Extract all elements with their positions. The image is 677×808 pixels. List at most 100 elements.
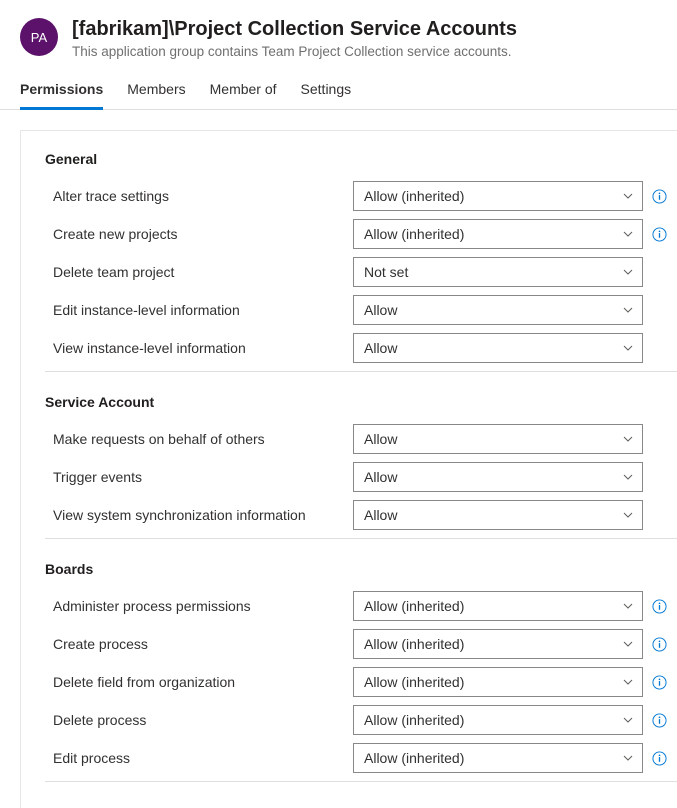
permission-value: Allow (inherited) — [364, 598, 464, 614]
permission-row: Administer process permissions Allow (inh… — [45, 587, 677, 625]
permission-row: Make requests on behalf of others Allow — [45, 420, 677, 458]
chevron-down-icon — [622, 342, 634, 354]
chevron-down-icon — [622, 190, 634, 202]
tab-settings[interactable]: Settings — [301, 75, 352, 110]
permission-select-wrap: Allow — [353, 333, 643, 363]
permission-select-wrap: Allow (inherited) — [353, 181, 643, 211]
chevron-down-icon — [622, 676, 634, 688]
section-boards: Boards Administer process permissions Allo… — [45, 561, 677, 782]
page-title: [fabrikam]\Project Collection Service Ac… — [72, 16, 657, 42]
permission-select[interactable]: Allow (inherited) — [353, 743, 643, 773]
permission-label: Alter trace settings — [45, 188, 345, 204]
info-icon[interactable] — [651, 188, 667, 204]
permission-select-wrap: Allow (inherited) — [353, 219, 643, 249]
permission-select[interactable]: Allow — [353, 424, 643, 454]
permission-select[interactable]: Not set — [353, 257, 643, 287]
permission-select[interactable]: Allow — [353, 500, 643, 530]
permission-select-wrap: Not set — [353, 257, 643, 287]
permission-value: Allow (inherited) — [364, 188, 464, 204]
avatar: PA — [20, 18, 58, 56]
permission-select-wrap: Allow (inherited) — [353, 591, 643, 621]
permission-row: Alter trace settings Allow (inherited) — [45, 177, 677, 215]
chevron-down-icon — [622, 266, 634, 278]
permission-label: Make requests on behalf of others — [45, 431, 345, 447]
title-block: [fabrikam]\Project Collection Service Ac… — [72, 16, 657, 59]
section-title: Service Account — [45, 394, 677, 410]
permission-value: Allow (inherited) — [364, 226, 464, 242]
permission-label: Delete team project — [45, 264, 345, 280]
permission-value: Allow — [364, 431, 397, 447]
tab-members[interactable]: Members — [127, 75, 185, 110]
info-icon[interactable] — [651, 226, 667, 242]
tab-member-of[interactable]: Member of — [210, 75, 277, 110]
permission-row: Create new projects Allow (inherited) — [45, 215, 677, 253]
permission-select[interactable]: Allow (inherited) — [353, 629, 643, 659]
permission-select[interactable]: Allow — [353, 295, 643, 325]
permission-select-wrap: Allow — [353, 295, 643, 325]
permission-label: Create new projects — [45, 226, 345, 242]
permission-value: Allow — [364, 302, 397, 318]
permission-select[interactable]: Allow (inherited) — [353, 181, 643, 211]
info-icon[interactable] — [651, 750, 667, 766]
info-icon[interactable] — [651, 712, 667, 728]
permission-label: View system synchronization information — [45, 507, 345, 523]
permission-value: Allow (inherited) — [364, 636, 464, 652]
permission-value: Allow — [364, 507, 397, 523]
permission-label: Edit instance-level information — [45, 302, 345, 318]
permission-select[interactable]: Allow (inherited) — [353, 705, 643, 735]
divider — [45, 538, 677, 539]
chevron-down-icon — [622, 752, 634, 764]
divider — [45, 371, 677, 372]
chevron-down-icon — [622, 638, 634, 650]
permission-select[interactable]: Allow (inherited) — [353, 591, 643, 621]
info-icon[interactable] — [651, 674, 667, 690]
tab-bar: Permissions Members Member of Settings — [0, 67, 677, 110]
permission-value: Allow (inherited) — [364, 750, 464, 766]
permission-value: Allow (inherited) — [364, 674, 464, 690]
permission-value: Allow — [364, 469, 397, 485]
chevron-down-icon — [622, 228, 634, 240]
section-service-account: Service Account Make requests on behalf o… — [45, 394, 677, 539]
permission-select-wrap: Allow — [353, 462, 643, 492]
permission-select[interactable]: Allow (inherited) — [353, 219, 643, 249]
avatar-initials: PA — [31, 30, 47, 45]
permission-select[interactable]: Allow (inherited) — [353, 667, 643, 697]
info-icon[interactable] — [651, 636, 667, 652]
permission-row: Trigger events Allow — [45, 458, 677, 496]
chevron-down-icon — [622, 509, 634, 521]
permission-select-wrap: Allow — [353, 424, 643, 454]
permission-select[interactable]: Allow — [353, 333, 643, 363]
permission-select-wrap: Allow — [353, 500, 643, 530]
permission-row: Edit instance-level information Allow — [45, 291, 677, 329]
permission-label: Administer process permissions — [45, 598, 345, 614]
permission-value: Allow — [364, 340, 397, 356]
permission-label: Create process — [45, 636, 345, 652]
permission-row: Delete team project Not set — [45, 253, 677, 291]
permission-select-wrap: Allow (inherited) — [353, 667, 643, 697]
chevron-down-icon — [622, 304, 634, 316]
section-title: Boards — [45, 561, 677, 577]
permission-select[interactable]: Allow — [353, 462, 643, 492]
chevron-down-icon — [622, 714, 634, 726]
permission-label: Delete process — [45, 712, 345, 728]
chevron-down-icon — [622, 433, 634, 445]
permission-row: Delete process Allow (inherited) — [45, 701, 677, 739]
section-title: General — [45, 151, 677, 167]
page-subtitle: This application group contains Team Pro… — [72, 44, 657, 59]
info-icon[interactable] — [651, 598, 667, 614]
permission-label: Trigger events — [45, 469, 345, 485]
permissions-panel: General Alter trace settings Allow (inheri… — [20, 130, 677, 808]
section-general: General Alter trace settings Allow (inheri… — [45, 151, 677, 372]
permission-label: Edit process — [45, 750, 345, 766]
page-header: PA [fabrikam]\Project Collection Service… — [0, 0, 677, 67]
permission-select-wrap: Allow (inherited) — [353, 629, 643, 659]
permission-select-wrap: Allow (inherited) — [353, 743, 643, 773]
tab-permissions[interactable]: Permissions — [20, 75, 103, 110]
permission-value: Not set — [364, 264, 408, 280]
permission-row: Edit process Allow (inherited) — [45, 739, 677, 777]
permission-value: Allow (inherited) — [364, 712, 464, 728]
permission-select-wrap: Allow (inherited) — [353, 705, 643, 735]
permission-row: Create process Allow (inherited) — [45, 625, 677, 663]
permission-label: View instance-level information — [45, 340, 345, 356]
chevron-down-icon — [622, 471, 634, 483]
